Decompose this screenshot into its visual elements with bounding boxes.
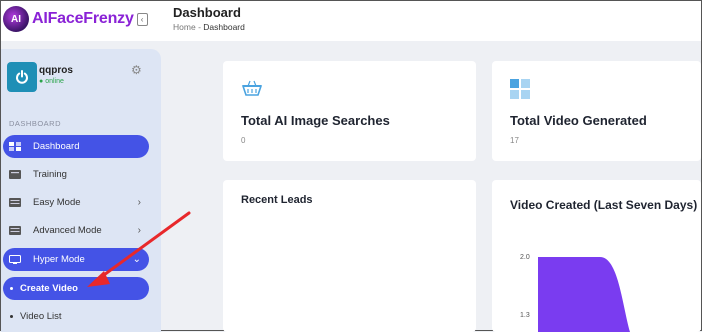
sidebar-item-training[interactable]: Training: [3, 163, 149, 186]
page-title: Dashboard: [173, 5, 241, 20]
area-series: [538, 257, 630, 332]
sidebar-item-label: Advanced Mode: [33, 225, 102, 236]
sidebar-collapse-icon[interactable]: ‹: [136, 12, 148, 26]
basket-icon: [241, 80, 263, 96]
chevron-down-icon: ⌄: [132, 254, 141, 265]
sidebar-item-dashboard[interactable]: Dashboard: [3, 135, 149, 158]
user-status: ● online: [39, 78, 64, 85]
chevron-right-icon: ›: [137, 197, 141, 208]
top-bar: AI AIFaceFrenzy ‹ Dashboard Home - Dashb…: [1, 1, 701, 41]
chevron-right-icon: ›: [137, 225, 141, 236]
username: qqpros: [39, 65, 73, 76]
brand-logo: AI: [3, 6, 29, 32]
avatar[interactable]: [7, 62, 37, 92]
video-chart-card: Video Created (Last Seven Days) 2.0 1.3: [492, 180, 701, 332]
sidebar-item-label: Hyper Mode: [33, 254, 85, 265]
bullet-icon: [10, 315, 13, 318]
videos-generated-title: Total Video Generated: [510, 113, 647, 128]
breadcrumb: Home - Dashboard: [173, 22, 245, 32]
sidebar-item-label: Training: [33, 169, 67, 180]
brand[interactable]: AI AIFaceFrenzy ‹: [3, 3, 148, 35]
sidebar-subitem-label: Create Video: [20, 283, 78, 294]
recent-leads-title: Recent Leads: [241, 194, 313, 206]
sidebar-item-hyper-mode[interactable]: Hyper Mode ⌄: [3, 248, 149, 271]
y-tick-label: 2.0: [520, 254, 530, 261]
sidebar-item-advanced-mode[interactable]: Advanced Mode ›: [3, 219, 149, 242]
recent-leads-card: Recent Leads: [223, 180, 476, 332]
ai-searches-value: 0: [241, 136, 246, 145]
sidebar: qqpros ● online ⚙ DASHBOARD Dashboard Tr…: [1, 49, 161, 332]
grid-icon: [510, 79, 530, 99]
stat-card-videos-generated: Total Video Generated 17: [492, 61, 701, 161]
stat-card-ai-searches: Total AI Image Searches 0: [223, 61, 476, 161]
breadcrumb-current: Dashboard: [203, 22, 245, 32]
sidebar-item-easy-mode[interactable]: Easy Mode ›: [3, 191, 149, 214]
sidebar-subitem-create-video[interactable]: Create Video: [3, 277, 149, 300]
bullet-icon: [10, 287, 13, 290]
breadcrumb-separator: -: [198, 22, 201, 32]
video-chart: 2.0 1.3: [520, 254, 630, 332]
advanced-mode-icon: [9, 226, 21, 235]
user-profile: qqpros ● online ⚙: [7, 59, 147, 95]
videos-generated-value: 17: [510, 136, 519, 145]
brand-name: AIFaceFrenzy: [32, 10, 134, 27]
training-icon: [9, 170, 21, 179]
sidebar-subitem-video-list[interactable]: Video List: [3, 305, 149, 328]
breadcrumb-home[interactable]: Home: [173, 22, 196, 32]
dashboard-grid-icon: [9, 142, 21, 151]
sidebar-section-label: DASHBOARD: [9, 119, 62, 128]
user-status-text: online: [45, 78, 64, 85]
sidebar-subitem-label: Video List: [20, 311, 62, 322]
power-icon: [16, 70, 28, 84]
sidebar-item-label: Easy Mode: [33, 197, 81, 208]
easy-mode-icon: [9, 198, 21, 207]
y-tick-label: 1.3: [520, 312, 530, 319]
sidebar-item-label: Dashboard: [33, 141, 80, 152]
ai-searches-title: Total AI Image Searches: [241, 113, 390, 128]
settings-gear-icon[interactable]: ⚙: [131, 63, 145, 77]
hyper-mode-icon: [9, 255, 21, 264]
